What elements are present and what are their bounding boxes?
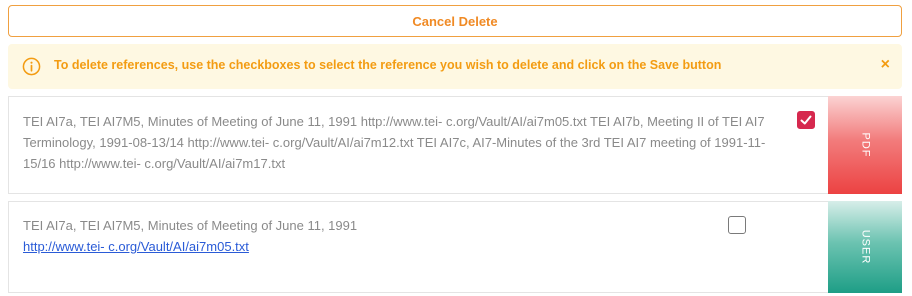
reference-text: TEI AI7a, TEI AI7M5, Minutes of Meeting … — [23, 114, 766, 171]
reference-select-checkbox[interactable] — [797, 111, 815, 129]
info-icon — [22, 57, 41, 76]
checkmark-icon — [800, 115, 812, 125]
reference-text: TEI AI7a, TEI AI7M5, Minutes of Meeting … — [23, 218, 358, 233]
reference-select-checkbox[interactable] — [728, 216, 746, 234]
alert-message: To delete references, use the checkboxes… — [54, 58, 722, 72]
pdf-tab-label: PDF — [859, 132, 871, 158]
user-tab[interactable]: USER — [828, 201, 902, 293]
cancel-delete-button[interactable]: Cancel Delete — [8, 5, 902, 37]
reference-card: TEI AI7a, TEI AI7M5, Minutes of Meeting … — [8, 201, 902, 293]
pdf-tab[interactable]: PDF — [828, 96, 902, 194]
alert-close-icon[interactable]: × — [881, 55, 890, 75]
reference-card: TEI AI7a, TEI AI7M5, Minutes of Meeting … — [8, 96, 902, 194]
user-tab-label: USER — [859, 229, 871, 265]
delete-references-panel: Cancel Delete To delete references, use … — [0, 0, 912, 296]
reference-text-block: TEI AI7a, TEI AI7M5, Minutes of Meeting … — [23, 215, 723, 257]
reference-link[interactable]: http://www.tei- c.org/Vault/AI/ai7m05.tx… — [23, 239, 249, 254]
info-alert: To delete references, use the checkboxes… — [8, 44, 902, 89]
